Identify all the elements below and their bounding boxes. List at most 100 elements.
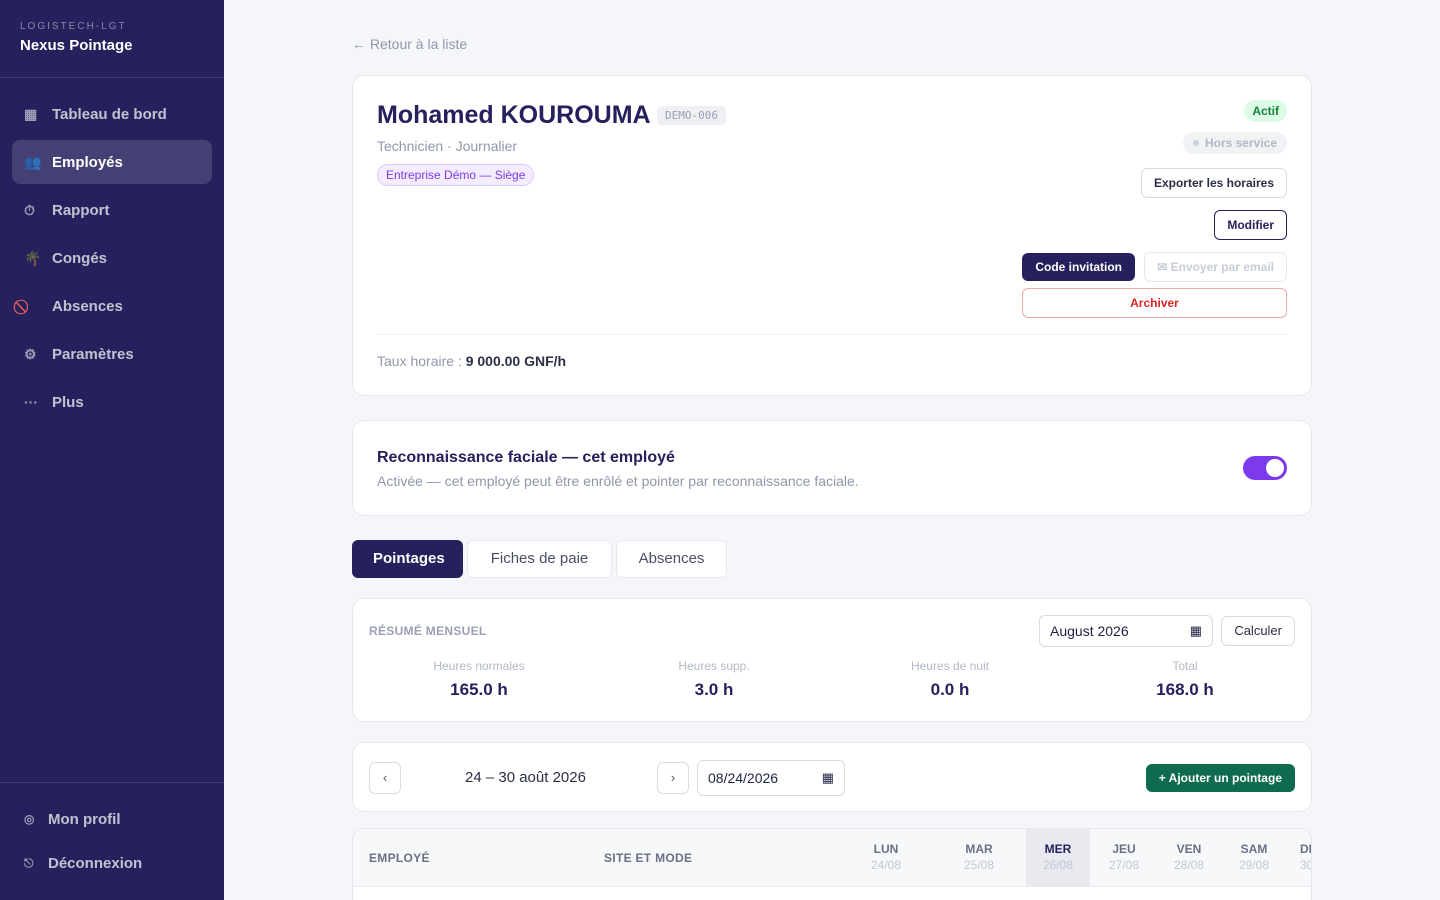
more-icon: ··· — [24, 394, 38, 410]
sidebar-item-leave[interactable]: 🌴 Congés — [12, 236, 212, 280]
facial-recognition-toggle[interactable] — [1243, 456, 1287, 480]
prohibited-icon: ⃠ — [24, 298, 46, 315]
org-name: LOGISTECH-LGT — [20, 21, 127, 32]
day-date: 28/08 — [1173, 858, 1205, 872]
invitation-code-button[interactable]: Code invitation — [1022, 253, 1135, 281]
employee-profile-card: Mohamed KOUROUMA DEMO-006 Technicien · J… — [352, 75, 1312, 396]
stat-label: Heures supp. — [678, 659, 750, 673]
tab-pointages[interactable]: Pointages — [352, 540, 463, 578]
day-name: JEU — [1112, 842, 1136, 856]
toggle-knob — [1266, 459, 1284, 477]
stat-night-hours: Heures de nuit 0.0 h — [840, 659, 1060, 700]
day-name: DIM — [1300, 842, 1312, 856]
hourly-rate-label: Taux horaire : — [377, 353, 462, 369]
column-header-day: SAM 29/08 — [1221, 829, 1287, 887]
day-name: VEN — [1176, 842, 1202, 856]
export-schedule-button[interactable]: Exporter les horaires — [1140, 168, 1287, 198]
employee-role: Technicien · Journalier — [377, 138, 518, 154]
month-picker-value: August 2026 — [1050, 623, 1129, 639]
send-email-button[interactable]: ✉ Envoyer par email — [1144, 252, 1287, 282]
sidebar-item-label: Tableau de bord — [52, 105, 167, 123]
column-header-employee: EMPLOYÉ — [369, 851, 430, 865]
gear-icon: ⚙ — [24, 345, 37, 362]
logout-link[interactable]: ⎋ Déconnexion — [0, 841, 224, 885]
sidebar: LOGISTECH-LGT Nexus Pointage ▦ Tableau d… — [0, 0, 224, 900]
hourly-rate-value: 9 000.00 GNF/h — [465, 353, 567, 369]
day-name: MAR — [965, 842, 993, 856]
archive-button[interactable]: Archiver — [1022, 288, 1287, 318]
column-header-day: VEN 28/08 — [1156, 829, 1222, 887]
grid-icon: ▦ — [24, 105, 38, 122]
prev-week-button[interactable]: ‹ — [369, 762, 401, 794]
sidebar-item-settings[interactable]: ⚙ Paramètres — [12, 332, 212, 376]
sidebar-item-employees[interactable]: 👥 Employés — [12, 140, 212, 184]
monthly-summary-label: RÉSUMÉ MENSUEL — [369, 624, 487, 638]
day-date: 24/08 — [870, 858, 902, 872]
status-badge: Actif — [1244, 100, 1287, 122]
month-picker[interactable]: August 2026 ▦ — [1039, 615, 1213, 647]
facial-recognition-description: Activée — cet employé peut être enrôlé e… — [377, 473, 859, 489]
sidebar-item-absences[interactable]: ⃠ Absences — [12, 284, 212, 328]
chevron-left-icon: ‹ — [382, 770, 388, 785]
week-date-picker[interactable]: 08/24/2026 ▦ — [697, 760, 845, 796]
day-date: 30/08 — [1300, 858, 1311, 872]
status-dot-icon — [1192, 139, 1199, 146]
back-to-list-link[interactable]: ← Retour à la liste — [352, 36, 467, 52]
day-name: MER — [1044, 842, 1072, 856]
logout-label: Déconnexion — [48, 854, 143, 872]
week-navigation-card: ‹ 24 – 30 août 2026 › 08/24/2026 ▦ + Ajo… — [352, 742, 1312, 812]
facial-recognition-card: Reconnaissance faciale — cet employé Act… — [352, 420, 1312, 516]
next-week-button[interactable]: › — [657, 762, 689, 794]
users-icon: 👥 — [24, 153, 42, 170]
pointages-table: EMPLOYÉ SITE ET MODE LUN 24/08 MAR 25/08… — [352, 828, 1312, 900]
day-date: 25/08 — [963, 858, 995, 872]
stat-value: 168.0 h — [1156, 680, 1214, 699]
profile-label: Mon profil — [48, 810, 121, 828]
add-pointage-button[interactable]: + Ajouter un pointage — [1145, 764, 1295, 792]
stat-overtime-hours: Heures supp. 3.0 h — [604, 659, 824, 700]
column-header-day: MAR 25/08 — [946, 829, 1012, 887]
stat-value: 0.0 h — [930, 680, 970, 699]
stat-value: 165.0 h — [450, 680, 508, 699]
divider — [377, 334, 1287, 335]
day-name: LUN — [873, 842, 899, 856]
brand: LOGISTECH-LGT Nexus Pointage — [0, 0, 224, 78]
company-badge: Entreprise Démo — Siège — [377, 164, 535, 186]
profile-link[interactable]: ◎ Mon profil — [0, 797, 224, 841]
sidebar-item-dashboard[interactable]: ▦ Tableau de bord — [12, 92, 212, 136]
stat-label: Total — [1172, 659, 1198, 673]
day-date: 26/08 — [1042, 858, 1074, 872]
tab-payslips[interactable]: Fiches de paie — [467, 540, 612, 578]
stat-total-hours: Total 168.0 h — [1075, 659, 1295, 700]
monthly-summary-card: RÉSUMÉ MENSUEL August 2026 ▦ Calculer He… — [352, 598, 1312, 722]
day-date: 29/08 — [1238, 858, 1270, 872]
sidebar-item-label: Plus — [52, 393, 84, 411]
sidebar-item-label: Absences — [52, 297, 123, 315]
day-name: SAM — [1240, 842, 1268, 856]
sidebar-bottom: ◎ Mon profil ⎋ Déconnexion — [0, 782, 224, 900]
chevron-right-icon: › — [670, 770, 676, 785]
column-header-day-today: MER 26/08 — [1026, 829, 1090, 887]
stat-value: 3.0 h — [694, 680, 734, 699]
stat-label: Heures normales — [433, 659, 525, 673]
modify-button[interactable]: Modifier — [1214, 210, 1287, 240]
app-name: Nexus Pointage — [20, 37, 133, 54]
sidebar-item-label: Employés — [52, 153, 123, 171]
calendar-icon: ▦ — [821, 770, 834, 785]
column-header-day: JEU 27/08 — [1091, 829, 1157, 887]
calculate-button[interactable]: Calculer — [1221, 616, 1295, 646]
logout-icon: ⎋ — [24, 855, 34, 870]
facial-recognition-title: Reconnaissance faciale — cet employé — [377, 449, 675, 466]
profile-icon: ◎ — [24, 812, 35, 826]
sidebar-nav: ▦ Tableau de bord 👥 Employés ⏱ Rapport 🌴… — [0, 78, 224, 424]
sidebar-item-report[interactable]: ⏱ Rapport — [12, 188, 212, 232]
stat-normal-hours: Heures normales 165.0 h — [369, 659, 589, 700]
day-date: 27/08 — [1108, 858, 1140, 872]
employee-name: Mohamed KOUROUMA — [377, 101, 651, 129]
sidebar-item-label: Paramètres — [52, 345, 134, 363]
tab-absences[interactable]: Absences — [616, 540, 727, 578]
sidebar-item-more[interactable]: ··· Plus — [12, 380, 212, 424]
service-status-label: Hors service — [1204, 136, 1277, 150]
column-header-site: SITE ET MODE — [604, 851, 693, 865]
sidebar-item-label: Rapport — [52, 201, 110, 219]
